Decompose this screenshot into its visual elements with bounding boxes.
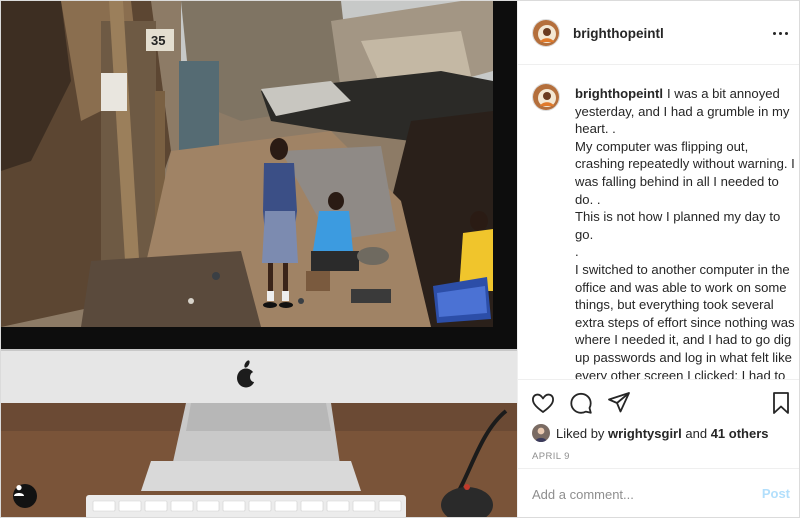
avatar-image: [532, 424, 550, 442]
post-date[interactable]: APRIL 9: [532, 451, 570, 462]
post-side-panel: brighthopeintl brighthopeintl I was a bit…: [517, 1, 799, 517]
comment-composer: Post: [518, 468, 799, 517]
caption-author-avatar[interactable]: [532, 83, 560, 111]
tagged-users-button[interactable]: [13, 484, 37, 508]
avatar-image: [533, 20, 559, 46]
avatar-image: [533, 84, 559, 110]
post-photo[interactable]: 35: [1, 1, 517, 517]
comment-input[interactable]: [532, 483, 742, 505]
like-button[interactable]: [530, 390, 556, 416]
paper-plane-icon: [608, 392, 630, 413]
post-caption: brighthopeintl I was a bit annoyed yester…: [575, 85, 797, 379]
caption-line: This is not how I planned my day to go.: [575, 209, 781, 242]
house-number-sign: 35: [151, 33, 165, 48]
likes-summary: Liked by wrightysgirl and 41 others: [532, 423, 769, 443]
bookmark-icon: [773, 392, 789, 414]
post-actions: Liked by wrightysgirl and 41 others APRI…: [518, 379, 799, 475]
caption-line: .: [575, 244, 579, 260]
user-icon: [14, 485, 24, 496]
caption-line: brighthopeintl I was a bit annoyed yester…: [575, 85, 797, 138]
likes-prefix: Liked by: [556, 425, 605, 441]
likes-others-link[interactable]: 41 others: [711, 426, 769, 441]
caption-line: My computer was flipping out, crashing r…: [575, 138, 795, 207]
caption-username[interactable]: brighthopeintl: [575, 86, 663, 101]
comment-button[interactable]: [568, 390, 594, 416]
more-options-button[interactable]: [768, 23, 792, 43]
post-header: brighthopeintl: [518, 1, 799, 65]
liker-avatar[interactable]: [532, 424, 550, 442]
author-username[interactable]: brighthopeintl: [573, 26, 664, 41]
post-comment-button[interactable]: Post: [762, 486, 790, 501]
more-dot: [778, 31, 782, 35]
caption-line: I switched to another computer in the of…: [575, 261, 795, 379]
more-horizontal-icon: [772, 31, 776, 35]
likes-and: and: [685, 425, 708, 441]
share-button[interactable]: [606, 390, 632, 416]
instagram-post: 35 brighthopeintl brighthopeintl I was a…: [0, 0, 800, 518]
photo-illustration: 35: [1, 1, 517, 517]
save-button[interactable]: [768, 390, 794, 416]
comment-icon: [570, 392, 592, 414]
author-avatar[interactable]: [532, 19, 560, 47]
heart-icon: [532, 393, 554, 413]
more-dot: [784, 31, 788, 35]
liker-username[interactable]: wrightysgirl: [608, 426, 682, 441]
caption-scroll-area[interactable]: brighthopeintl I was a bit annoyed yester…: [518, 65, 799, 379]
